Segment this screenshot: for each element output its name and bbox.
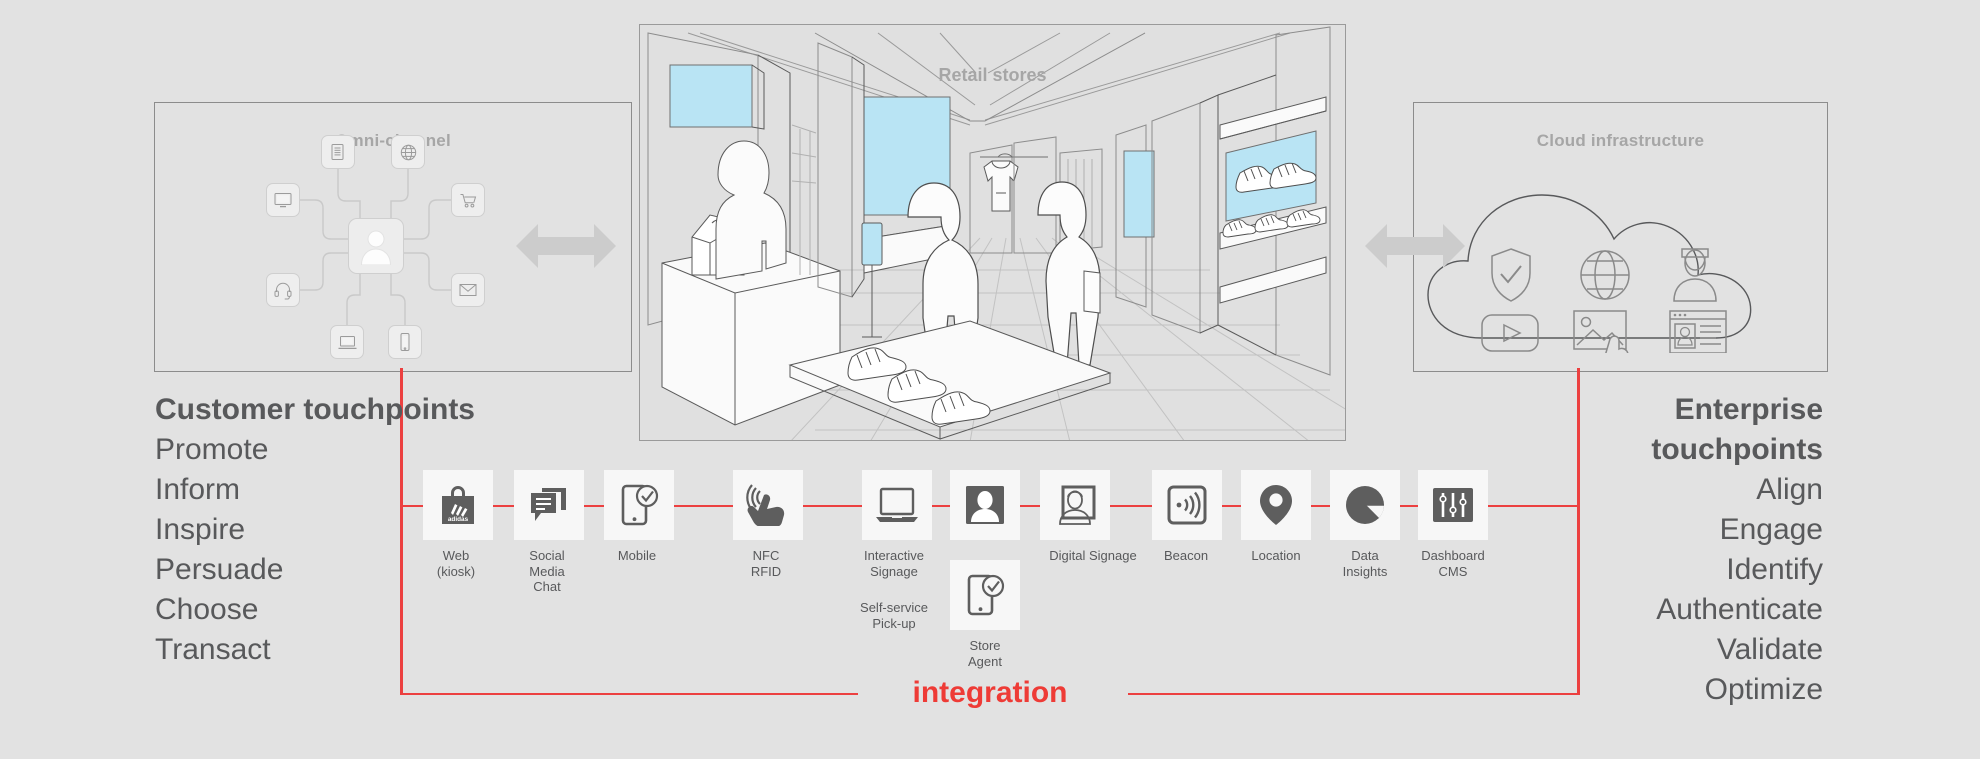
enterprise-touchpoints-heading-line1: Enterprise [1674,393,1823,426]
shopping-cart-icon [460,194,477,208]
arrow-retail-to-cloud [1365,224,1465,268]
touchpoint-label-self-service-pickup: Self-service Pick-up [860,600,928,631]
integration-line-right-vertical [1577,368,1580,695]
touchpoint-tile-nfc-rfid[interactable] [733,470,803,540]
omni-node-mobile[interactable] [388,325,422,359]
monitor-icon [274,193,292,208]
nfc-tap-hand-icon [746,484,785,526]
omni-node-cart[interactable] [451,183,485,217]
cloud-infrastructure-panel: Cloud infrastructure [1413,102,1828,372]
enterprise-touchpoints-column: Enterprise touchpoints Align Engage Iden… [1651,390,1823,710]
mobile-icon [400,333,410,351]
enterprise-touchpoint-item-0: Align [1756,473,1823,506]
store-agent-mobile-icon [967,574,1005,616]
headset-icon [274,282,292,299]
adidas-shopping-bag-icon: adidas [442,486,474,524]
touchpoint-tile-dashboard-cms[interactable] [1418,470,1488,540]
person-avatar-icon [966,486,1004,524]
omni-node-monitor[interactable] [266,183,300,217]
customer-touchpoints-heading: Customer touchpoints [155,393,475,426]
omni-node-globe[interactable] [391,135,425,169]
customer-touchpoint-item-0: Promote [155,433,269,466]
arrow-omni-to-retail [516,224,616,268]
omni-node-customer[interactable] [348,218,404,274]
touchpoint-label-web-kiosk: Web (kiosk) [436,548,476,579]
touchpoint-tile-beacon[interactable] [1152,470,1222,540]
omni-node-document[interactable] [321,135,355,169]
enterprise-touchpoint-item-2: Identify [1726,553,1823,586]
touchpoint-label-dashboard-cms: Dashboard CMS [1421,548,1485,579]
touchpoint-tile-store-agent[interactable] [950,560,1020,630]
chat-bubbles-icon [531,488,566,521]
svg-text:adidas: adidas [448,516,469,523]
enterprise-touchpoint-item-1: Engage [1719,513,1823,546]
pie-chart-icon [1346,486,1384,524]
enterprise-touchpoint-item-5: Optimize [1704,673,1823,706]
cloud-shape [1427,194,1752,353]
digital-signage-icon [1059,485,1096,525]
omni-node-laptop[interactable] [330,325,364,359]
touchpoint-label-nfc-rfid: NFC RFID [750,548,782,579]
retail-store-scene [647,26,1345,440]
diagram-canvas: Omni-channel [0,0,1980,759]
touchpoint-tile-data-insights[interactable] [1330,470,1400,540]
retail-store-illustration-panel: Retail stores [639,24,1346,441]
touchpoint-label-beacon: Beacon [1163,548,1209,563]
globe-icon [400,144,416,160]
cloud-infrastructure-title: Cloud infrastructure [1536,131,1705,150]
document-icon [331,144,344,160]
touchpoint-tile-social-media-chat[interactable] [514,470,584,540]
touchpoint-label-social-media-chat: Social Media Chat [529,548,565,594]
touchpoint-tile-web-kiosk[interactable]: adidas [423,470,493,540]
retail-stores-title: Retail stores [938,65,1047,85]
laptop-signage-icon [876,487,918,522]
customer-avatar-icon [360,230,392,265]
enterprise-touchpoint-item-3: Authenticate [1656,593,1823,626]
touchpoint-label-location: Location [1251,548,1301,563]
laptop-icon [338,335,356,349]
envelope-icon [459,284,477,296]
omni-node-envelope[interactable] [451,273,485,307]
touchpoint-label-mobile: Mobile [617,548,657,563]
touchpoint-tile-mobile[interactable] [604,470,674,540]
omni-node-headset[interactable] [266,273,300,307]
touchpoint-tile-location[interactable] [1241,470,1311,540]
touchpoint-label-data-insights: Data Insights [1342,548,1388,579]
customer-touchpoint-item-5: Transact [155,633,271,666]
enterprise-touchpoints-heading-line2: touchpoints [1651,433,1823,466]
touchpoint-label-store-agent: Store Agent [968,638,1002,669]
mobile-check-icon [621,484,659,526]
touchpoint-tile-interactive-signage[interactable] [862,470,932,540]
enterprise-touchpoint-item-4: Validate [1716,633,1823,666]
beacon-signal-icon [1167,485,1207,525]
touchpoint-tile-digital-signage[interactable] [1040,470,1110,540]
touchpoint-label-interactive-signage: Interactive Signage [864,548,924,579]
sliders-icon [1433,488,1473,522]
location-pin-icon [1260,485,1292,525]
customer-touchpoint-item-4: Choose [155,593,259,626]
touchpoint-tile-person-avatar[interactable] [950,470,1020,540]
